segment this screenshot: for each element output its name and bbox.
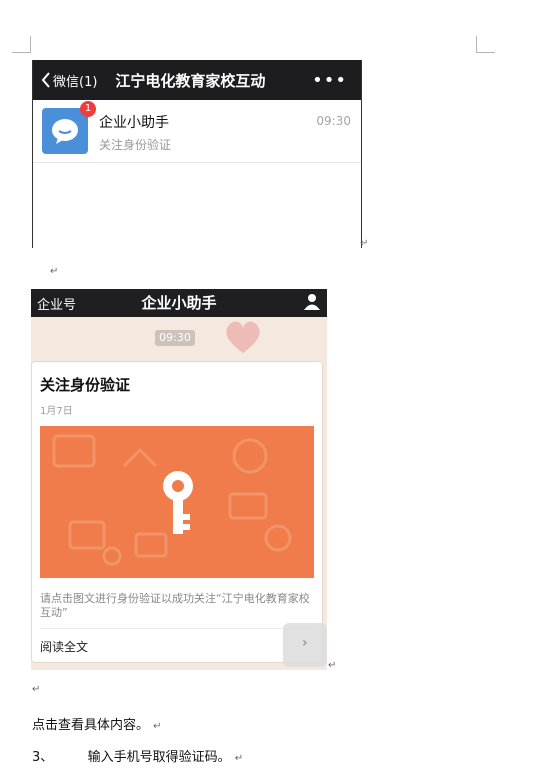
chevron-right-icon: › <box>302 635 308 651</box>
paragraph-mark: ↵ <box>50 266 59 277</box>
back-chevron-icon <box>41 72 50 88</box>
card-title: 关注身份验证 <box>40 376 131 394</box>
unread-badge: 1 <box>80 101 96 117</box>
chat-name: 企业小助手 <box>99 115 169 131</box>
chat-title: 江宁电化教育家校互动 <box>115 71 266 90</box>
avatar <box>42 108 88 154</box>
navbar: 企业号 企业小助手 <box>31 289 327 317</box>
article-card[interactable]: 关注身份验证 1月7日 请点击图文进行身份验证以成功关注“江宁电化教育家校互动”… <box>31 361 323 663</box>
step-text: 输入手机号取得验证码。 <box>87 750 231 765</box>
paragraph-text: 点击查看具体内容。 <box>32 718 150 733</box>
paragraph-mark: ↵ <box>328 660 337 671</box>
page-corner-mark-left <box>12 36 31 53</box>
divider <box>40 628 314 629</box>
more-dots-icon[interactable]: ••• <box>312 70 347 91</box>
card-date: 1月7日 <box>40 406 73 417</box>
next-button[interactable]: › <box>283 623 327 667</box>
step-number: 3、 <box>32 750 54 765</box>
back-label: 微信(1) <box>53 74 98 90</box>
card-image[interactable] <box>40 426 314 578</box>
chat-bubble-icon <box>52 119 78 144</box>
message-time: 09:30 <box>155 330 195 346</box>
paragraph-mark: ↵ <box>153 721 162 732</box>
back-button[interactable]: 微信(1) <box>41 71 97 90</box>
paragraph-mark: ↵ <box>234 753 244 764</box>
chat-preview: 关注身份验证 <box>99 138 172 152</box>
page-corner-mark-right <box>476 36 495 53</box>
navbar: 微信(1) 江宁电化教育家校互动 ••• <box>33 60 361 100</box>
paragraph-mark: ↵ <box>360 238 369 249</box>
read-more-link[interactable]: 阅读全文 <box>40 638 88 655</box>
step-paragraph: 3、 输入手机号取得验证码。 ↵ <box>32 746 243 765</box>
card-description: 请点击图文进行身份验证以成功关注“江宁电化教育家校互动” <box>40 592 310 619</box>
chat-title: 企业小助手 <box>141 294 217 312</box>
chat-list-item[interactable]: 1 企业小助手 关注身份验证 09:30 <box>33 100 361 163</box>
chat-time: 09:30 <box>316 114 351 128</box>
paragraph-mark: ↵ <box>32 684 41 695</box>
body-paragraph: 点击查看具体内容。 ↵ <box>32 714 162 733</box>
key-icon <box>52 434 292 566</box>
user-icon[interactable] <box>303 293 321 311</box>
wechat-chat-list-screenshot: 微信(1) 江宁电化教育家校互动 ••• 1 企业小助手 关注身份验证 09:3… <box>32 60 362 248</box>
decorative-heart-icon <box>226 321 260 353</box>
wechat-message-screenshot: 企业号 企业小助手 09:30 关注身份验证 1月7日 请点击图文进行身份验证以… <box>31 289 327 670</box>
